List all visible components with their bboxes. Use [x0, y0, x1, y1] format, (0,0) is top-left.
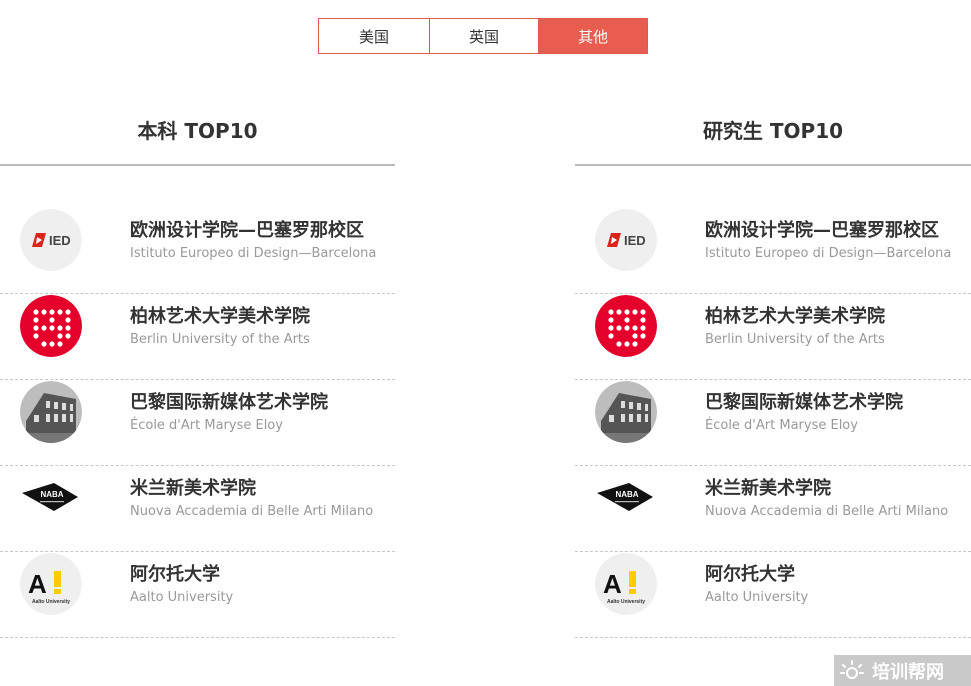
school-name-cn: 米兰新美术学院	[705, 478, 831, 499]
school-name-cn: 米兰新美术学院	[130, 478, 256, 499]
list-item[interactable]: 柏林艺术大学美术学院 Berlin University of the Arts	[575, 294, 971, 380]
naba-logo: NABA	[20, 467, 82, 529]
list-item[interactable]: NABA 米兰新美术学院 Nuova Accademia di Belle Ar…	[575, 466, 971, 552]
tab-uk[interactable]: 英国	[429, 18, 539, 54]
aalto-logo-text: Aalto University	[32, 599, 70, 605]
list-item[interactable]: 巴黎国际新媒体艺术学院 École d'Art Maryse Eloy	[575, 380, 971, 466]
school-name-cn: 欧洲设计学院—巴塞罗那校区	[705, 220, 939, 241]
ied-logo-text: IED	[624, 233, 646, 248]
school-name-cn: 阿尔托大学	[705, 564, 795, 585]
list-item[interactable]: IED 欧洲设计学院—巴塞罗那校区 Istituto Europeo di De…	[575, 208, 971, 294]
graduate-list: IED 欧洲设计学院—巴塞罗那校区 Istituto Europeo di De…	[575, 208, 971, 638]
ied-logo: IED	[595, 209, 657, 271]
svg-text:A: A	[28, 569, 47, 599]
school-name-en: Istituto Europeo di Design—Barcelona	[705, 246, 952, 261]
aalto-logo: A Aalto University	[595, 553, 657, 615]
school-name-en: École d'Art Maryse Eloy	[705, 418, 858, 433]
naba-logo-text: NABA	[615, 490, 638, 499]
list-item[interactable]: 巴黎国际新媒体艺术学院 École d'Art Maryse Eloy	[0, 380, 395, 466]
school-name-en: Berlin University of the Arts	[130, 332, 310, 347]
school-name-cn: 柏林艺术大学美术学院	[130, 306, 310, 327]
school-name-cn: 巴黎国际新媒体艺术学院	[130, 392, 328, 413]
tab-usa[interactable]: 美国	[318, 18, 430, 54]
undergrad-column: 本科 TOP10 IED 欧洲设计学院—巴塞罗那校区 Istituto Euro…	[0, 96, 395, 638]
school-name-en: Nuova Accademia di Belle Arti Milano	[130, 504, 374, 519]
tab-other[interactable]: 其他	[538, 18, 648, 54]
school-name-en: Aalto University	[130, 590, 234, 605]
udk-berlin-logo	[595, 295, 657, 357]
graduate-title: 研究生 TOP10	[575, 96, 971, 166]
aalto-logo: A Aalto University	[20, 553, 82, 615]
undergrad-list: IED 欧洲设计学院—巴塞罗那校区 Istituto Europeo di De…	[0, 208, 395, 638]
undergrad-title: 本科 TOP10	[0, 96, 395, 166]
list-item[interactable]: NABA 米兰新美术学院 Nuova Accademia di Belle Ar…	[0, 466, 395, 552]
school-name-cn: 欧洲设计学院—巴塞罗那校区	[130, 220, 364, 241]
ied-logo: IED	[20, 209, 82, 271]
building-photo-logo	[595, 381, 657, 443]
region-tabs: 美国 英国 其他	[318, 18, 648, 54]
sun-icon	[840, 659, 864, 682]
school-name-cn: 柏林艺术大学美术学院	[705, 306, 885, 327]
udk-berlin-logo	[20, 295, 82, 357]
building-photo-logo	[20, 381, 82, 443]
list-item[interactable]: A Aalto University 阿尔托大学 Aalto Universit…	[575, 552, 971, 638]
ied-logo-text: IED	[49, 233, 71, 248]
naba-logo-text: NABA	[40, 490, 63, 499]
watermark: 培训帮网	[834, 655, 971, 686]
school-name-en: Aalto University	[705, 590, 809, 605]
school-name-cn: 巴黎国际新媒体艺术学院	[705, 392, 903, 413]
list-item[interactable]: IED 欧洲设计学院—巴塞罗那校区 Istituto Europeo di De…	[0, 208, 395, 294]
list-item[interactable]: A Aalto University 阿尔托大学 Aalto Universit…	[0, 552, 395, 638]
school-name-en: École d'Art Maryse Eloy	[130, 418, 283, 433]
school-name-en: Nuova Accademia di Belle Arti Milano	[705, 504, 949, 519]
school-name-en: Istituto Europeo di Design—Barcelona	[130, 246, 377, 261]
school-name-cn: 阿尔托大学	[130, 564, 220, 585]
school-name-en: Berlin University of the Arts	[705, 332, 885, 347]
watermark-text: 培训帮网	[872, 661, 944, 683]
naba-logo: NABA	[595, 467, 657, 529]
graduate-column: 研究生 TOP10 IED 欧洲设计学院—巴塞罗那校区 Istituto Eur…	[575, 96, 971, 638]
list-item[interactable]: 柏林艺术大学美术学院 Berlin University of the Arts	[0, 294, 395, 380]
svg-text:A: A	[603, 569, 622, 599]
aalto-logo-text: Aalto University	[607, 599, 645, 605]
